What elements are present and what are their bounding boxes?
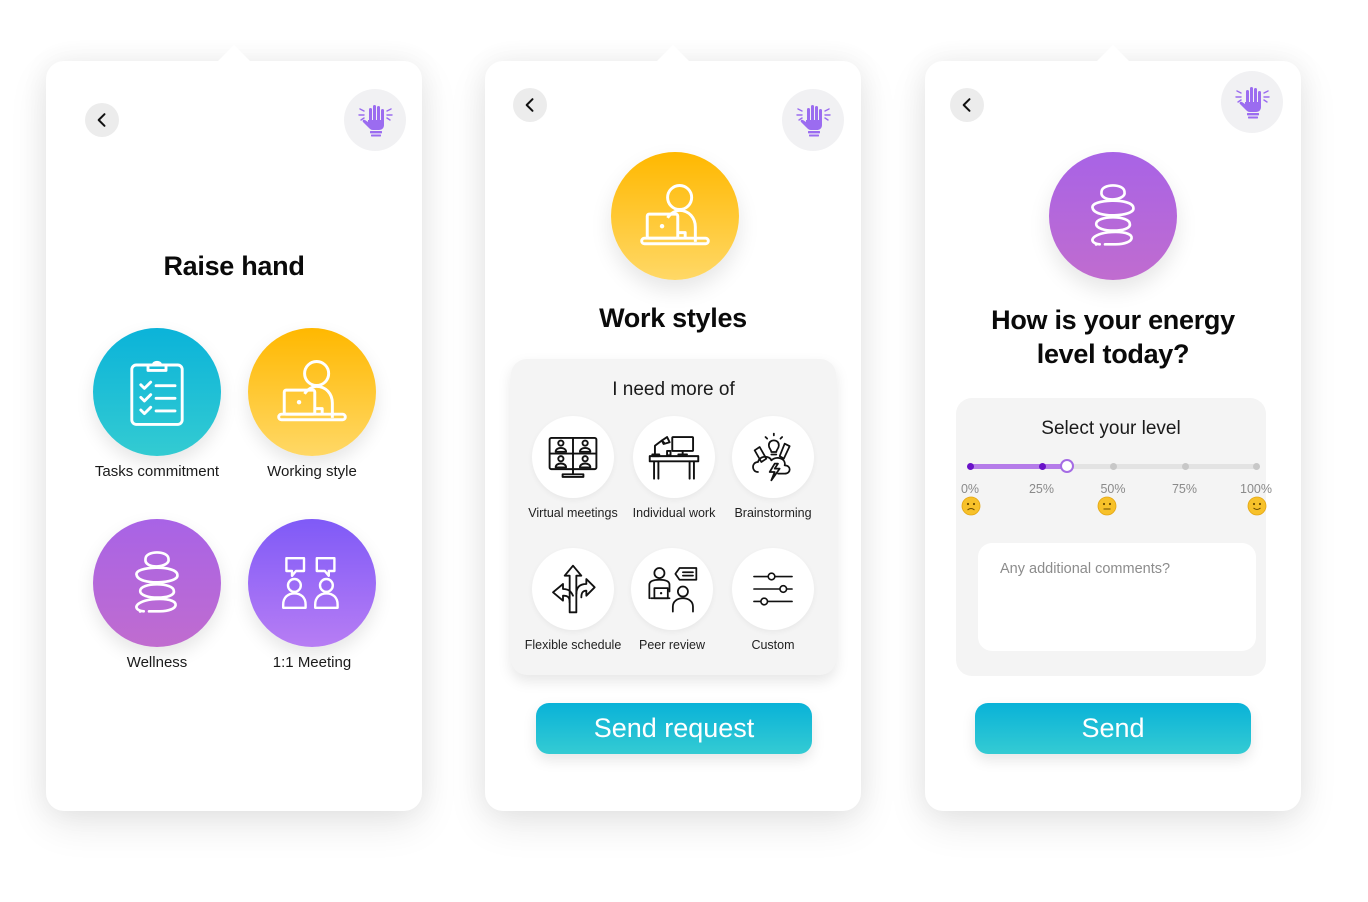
option-label: Individual work bbox=[632, 506, 716, 520]
stacked-stones-icon bbox=[1082, 176, 1144, 256]
option-virtual-meetings[interactable]: Virtual meetings bbox=[523, 416, 623, 520]
raise-hand-button[interactable] bbox=[344, 89, 406, 151]
two-people-chat-icon bbox=[280, 554, 344, 612]
raised-hand-icon bbox=[355, 100, 395, 140]
category-tasks-commitment[interactable]: Tasks commitment bbox=[82, 328, 232, 480]
raise-hand-screen: Raise hand Tasks commitment Working styl… bbox=[46, 45, 422, 811]
slider-tick bbox=[967, 463, 974, 470]
slider-thumb[interactable] bbox=[1060, 459, 1075, 473]
peer-review-icon bbox=[646, 564, 698, 614]
sliders-icon bbox=[751, 570, 795, 608]
sad-face-icon bbox=[961, 496, 981, 516]
person-laptop-icon bbox=[275, 358, 349, 426]
category-label: Wellness bbox=[126, 654, 188, 671]
slider-tick-label: 25% bbox=[1028, 482, 1055, 496]
work-styles-screen: Work styles I need more of Virtual meeti… bbox=[485, 45, 861, 811]
neutral-face-icon bbox=[1097, 496, 1117, 516]
wellness-hero bbox=[1049, 152, 1177, 280]
option-label: Custom bbox=[751, 638, 795, 652]
slider-tick bbox=[1181, 463, 1189, 470]
level-panel: Select your level 0% 25% 50% 75% 100% bbox=[956, 398, 1272, 676]
option-label: Virtual meetings bbox=[528, 506, 618, 520]
slider-tick-label: 0% bbox=[960, 482, 980, 496]
raised-hand-icon bbox=[1232, 82, 1272, 122]
option-custom[interactable]: Custom bbox=[723, 548, 823, 652]
smile-face-icon bbox=[1247, 496, 1267, 516]
chevron-left-icon bbox=[92, 110, 112, 130]
slider-fill bbox=[970, 464, 1068, 469]
chevron-left-icon bbox=[520, 95, 540, 115]
option-individual-work[interactable]: Individual work bbox=[624, 416, 724, 520]
chevron-left-icon bbox=[957, 95, 977, 115]
category-label: 1:1 Meeting bbox=[272, 654, 352, 671]
brainstorm-icon bbox=[748, 432, 798, 482]
panel-title: I need more of bbox=[612, 379, 735, 400]
send-button[interactable]: Send bbox=[975, 703, 1251, 754]
category-label: Working style bbox=[267, 463, 357, 480]
raise-hand-button[interactable] bbox=[782, 89, 844, 151]
stacked-stones-icon bbox=[126, 543, 188, 623]
category-working-style[interactable]: Working style bbox=[237, 328, 387, 480]
comments-input[interactable] bbox=[978, 543, 1256, 651]
energy-slider[interactable] bbox=[967, 459, 1260, 474]
slider-tick bbox=[1253, 463, 1260, 470]
person-laptop-icon bbox=[638, 182, 712, 250]
video-conference-icon bbox=[547, 435, 599, 479]
category-one-on-one-meeting[interactable]: 1:1 Meeting bbox=[237, 519, 387, 671]
back-button[interactable] bbox=[85, 103, 119, 137]
slider-tick-label: 50% bbox=[1100, 482, 1126, 496]
panel-title: Select your level bbox=[1041, 418, 1181, 439]
page-title: Raise hand bbox=[163, 251, 305, 281]
desk-icon bbox=[648, 433, 700, 481]
page-title: How is your energy level today? bbox=[925, 303, 1301, 371]
raise-hand-button[interactable] bbox=[1221, 71, 1283, 133]
option-label: Brainstorming bbox=[734, 506, 812, 520]
slider-tick bbox=[1110, 463, 1117, 470]
page-title: Work styles bbox=[599, 303, 747, 333]
option-label: Peer review bbox=[639, 638, 705, 652]
raised-hand-icon bbox=[793, 100, 833, 140]
split-arrows-icon bbox=[548, 564, 598, 614]
work-styles-hero bbox=[611, 152, 739, 280]
slider-tick bbox=[1038, 463, 1046, 470]
title-line-1: How is your energy bbox=[991, 305, 1235, 335]
slider-tick-label: 75% bbox=[1171, 482, 1198, 496]
slider-tick-label: 100% bbox=[1240, 482, 1272, 496]
title-line-2: level today? bbox=[1036, 339, 1190, 369]
clipboard-checklist-icon bbox=[128, 356, 186, 428]
option-peer-review[interactable]: Peer review bbox=[622, 548, 722, 652]
energy-level-screen: How is your energy level today? Select y… bbox=[925, 45, 1301, 811]
option-label: Flexible schedule bbox=[524, 638, 622, 652]
options-panel: I need more of Virtual meetings Individu… bbox=[511, 359, 836, 675]
option-brainstorming[interactable]: Brainstorming bbox=[723, 416, 823, 520]
category-label: Tasks commitment bbox=[94, 463, 220, 480]
category-wellness[interactable]: Wellness bbox=[82, 519, 232, 671]
send-request-button[interactable]: Send request bbox=[536, 703, 812, 754]
back-button[interactable] bbox=[513, 88, 547, 122]
option-flexible-schedule[interactable]: Flexible schedule bbox=[523, 548, 623, 652]
back-button[interactable] bbox=[950, 88, 984, 122]
